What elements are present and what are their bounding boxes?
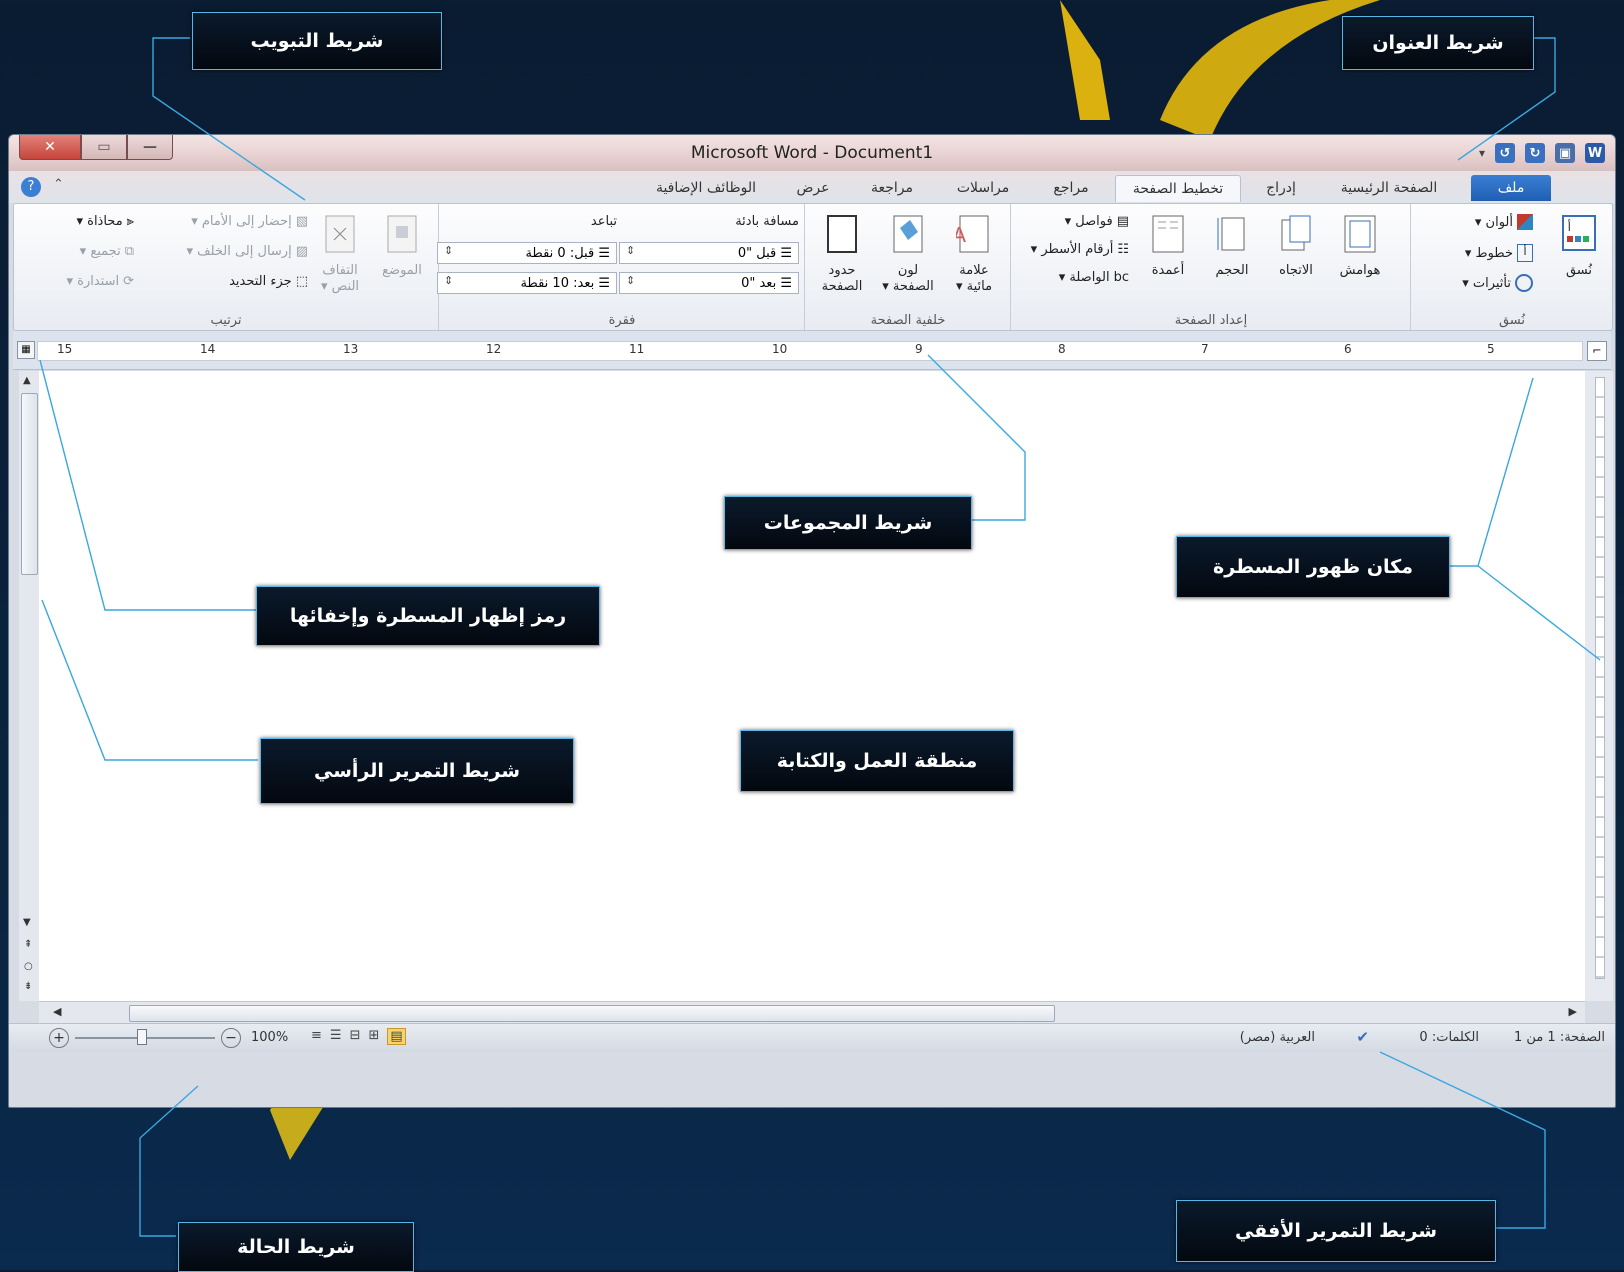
callout-work-area: منطقة العمل والكتابة <box>740 730 1014 792</box>
callout-ruler-place: مكان ظهور المسطرة <box>1176 536 1450 598</box>
callout-horizontal-scrollbar: شريط التمرير الأفقي <box>1176 1200 1496 1262</box>
callout-title-bar: شريط العنوان <box>1342 16 1534 70</box>
leader-vertical-scrollbar <box>41 599 258 761</box>
leader-ruler-toggle <box>39 359 256 611</box>
callout-vertical-scrollbar: شريط التمرير الرأسي <box>260 738 574 804</box>
leader-ruler-place-2 <box>1477 565 1601 661</box>
callout-groups-bar: شريط المجموعات <box>724 496 972 550</box>
callout-ruler-toggle: رمز إظهار المسطرة وإخفائها <box>256 586 600 646</box>
callout-leader-lines <box>39 37 1601 1237</box>
leader-status-bar <box>139 1085 199 1237</box>
callout-status-bar: شريط الحالة <box>178 1222 414 1272</box>
callout-tab-bar: شريط التبويب <box>192 12 442 70</box>
leader-ruler-place <box>1448 377 1534 567</box>
